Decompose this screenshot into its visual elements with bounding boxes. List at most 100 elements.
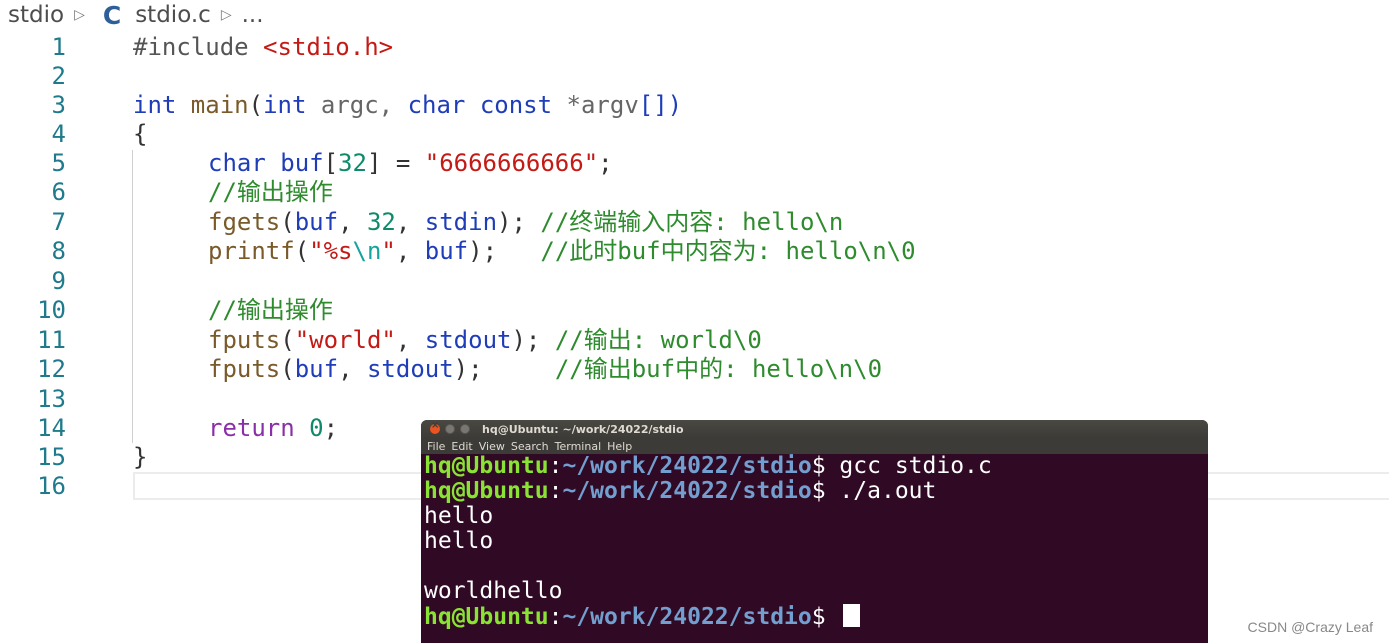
code-line: 6 //输出操作: [0, 178, 1389, 207]
line-number: 6: [51, 178, 66, 206]
keyword: int: [133, 91, 177, 119]
comment: //此时buf中内容为: hello\n\0: [540, 237, 916, 265]
code-line: 10 //输出操作: [0, 296, 1389, 325]
code-line: 4 {: [0, 120, 1389, 149]
terminal-line: hq@Ubuntu:~/work/24022/stdio$ gcc stdio.…: [424, 454, 1205, 479]
punctuation: ,: [395, 237, 425, 265]
menu-file[interactable]: File: [427, 440, 445, 453]
minimize-icon[interactable]: [445, 424, 455, 434]
prompt-separator: :: [548, 604, 563, 630]
comment: //输出操作: [208, 296, 333, 324]
breadcrumb-folder[interactable]: stdio: [8, 2, 64, 28]
line-number: 7: [51, 208, 66, 236]
number-literal: 0: [309, 414, 324, 442]
prompt-path: ~/work/24022/stdio: [562, 453, 812, 479]
number-literal: 32: [366, 208, 396, 236]
string-literal: "%s: [309, 237, 353, 265]
terminal-line: hello: [424, 503, 494, 529]
punctuation: );: [453, 355, 555, 383]
code-line: 2: [0, 62, 1389, 91]
comment: //输出buf中的: hello\n\0: [554, 355, 883, 383]
line-number: 8: [51, 237, 66, 265]
line-number: 1: [51, 33, 66, 61]
terminal-menubar: File Edit View Search Terminal Help: [421, 438, 1208, 454]
code-line: 13: [0, 385, 1389, 414]
punctuation: ;: [598, 149, 613, 177]
punctuation: );: [497, 208, 541, 236]
line-number: 11: [37, 326, 66, 354]
punctuation: ,: [395, 326, 425, 354]
menu-help[interactable]: Help: [607, 440, 632, 453]
prompt-path: ~/work/24022/stdio: [562, 478, 812, 504]
maximize-icon[interactable]: [460, 424, 470, 434]
command: $: [811, 604, 840, 630]
punctuation: [: [323, 149, 339, 177]
terminal-line: hello: [424, 528, 494, 554]
identifier: argc,: [306, 91, 408, 119]
function-name: fputs: [208, 326, 281, 354]
string-literal: "world": [294, 326, 396, 354]
keyword: char: [208, 149, 266, 177]
code-line: 1 #include <stdio.h>: [0, 33, 1389, 62]
identifier: buf: [294, 355, 339, 383]
punctuation: );: [511, 326, 555, 354]
line-number: 10: [37, 296, 66, 324]
prompt-separator: :: [548, 453, 563, 479]
prompt-user: hq@Ubuntu: [424, 478, 549, 504]
prompt-path: ~/work/24022/stdio: [562, 604, 812, 630]
prompt-separator: :: [548, 478, 563, 504]
punctuation: (: [280, 208, 295, 236]
c-language-icon: C: [102, 0, 122, 30]
function-name: printf: [208, 237, 295, 265]
identifier: buf: [294, 208, 339, 236]
keyword: int: [263, 91, 307, 119]
punctuation: ,: [338, 208, 367, 236]
punctuation: []): [638, 91, 683, 119]
comment: //终端输入内容: hello\n: [540, 208, 844, 236]
breadcrumb-more[interactable]: ...: [242, 2, 264, 28]
terminal-output[interactable]: hq@Ubuntu:~/work/24022/stdio$ gcc stdio.…: [421, 454, 1208, 630]
terminal-titlebar[interactable]: hq@Ubuntu: ~/work/24022/stdio: [421, 420, 1208, 438]
number-literal: 32: [338, 149, 367, 177]
breadcrumb-file[interactable]: stdio.c: [135, 2, 211, 28]
comment: //输出操作: [208, 178, 333, 206]
keyword: return: [208, 414, 295, 442]
line-number: 2: [51, 62, 66, 90]
punctuation: );: [468, 237, 541, 265]
line-number: 16: [37, 472, 66, 500]
keyword: const: [479, 91, 553, 119]
punctuation: (: [280, 355, 295, 383]
brace: }: [133, 443, 148, 471]
identifier: stdin: [424, 208, 498, 236]
menu-edit[interactable]: Edit: [451, 440, 472, 453]
chevron-right-icon: ▷: [74, 7, 85, 23]
identifier: *argv: [552, 91, 639, 119]
close-icon[interactable]: [430, 420, 440, 434]
identifier: stdout: [366, 355, 454, 383]
code-line: 8 printf("%s\n", buf); //此时buf中内容为: hell…: [0, 237, 1389, 266]
preprocessor-directive: #include: [133, 33, 264, 61]
menu-search[interactable]: Search: [511, 440, 549, 453]
punctuation: (: [294, 237, 310, 265]
line-number: 12: [37, 355, 66, 383]
identifier: stdout: [424, 326, 512, 354]
watermark: CSDN @Crazy Leaf: [1247, 619, 1373, 635]
terminal-line: worldhello: [424, 578, 563, 604]
line-number: 3: [51, 91, 66, 119]
code-line: 7 fgets(buf, 32, stdin); //终端输入内容: hello…: [0, 208, 1389, 237]
header-name: <stdio.h>: [263, 33, 394, 61]
line-number: 15: [37, 443, 66, 471]
terminal-window[interactable]: hq@Ubuntu: ~/work/24022/stdio File Edit …: [421, 420, 1208, 643]
brace: {: [133, 120, 148, 148]
terminal-line: hq@Ubuntu:~/work/24022/stdio$: [424, 604, 1205, 630]
line-number: 9: [51, 267, 66, 295]
code-line: 11 fputs("world", stdout); //输出: world\0: [0, 326, 1389, 355]
code-line: 12 fputs(buf, stdout); //输出buf中的: hello\…: [0, 355, 1389, 384]
line-number: 14: [37, 414, 66, 442]
menu-terminal[interactable]: Terminal: [555, 440, 602, 453]
punctuation: ,: [395, 208, 425, 236]
menu-view[interactable]: View: [479, 440, 505, 453]
terminal-cursor: [843, 604, 861, 627]
function-name: fputs: [208, 355, 281, 383]
